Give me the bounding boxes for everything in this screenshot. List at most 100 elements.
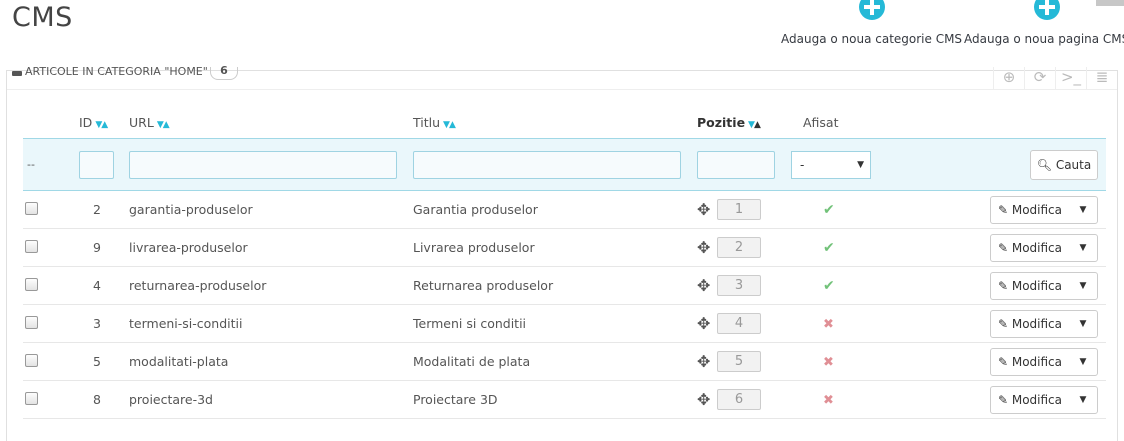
- table-row: 5 modalitati-plata Modalitati de plata ✥ 5 ✖ ✎…: [23, 342, 1106, 381]
- row-checkbox[interactable]: [25, 201, 38, 215]
- row-title: Returnarea produselor: [413, 266, 697, 305]
- row-title: Termeni si conditii: [413, 304, 697, 343]
- row-id: 3: [79, 304, 129, 343]
- drag-move-icon[interactable]: ✥: [697, 390, 715, 409]
- edit-button[interactable]: ✎ Modifica: [991, 349, 1069, 375]
- edit-button-group: ✎ Modifica ▼: [989, 233, 1098, 262]
- pencil-icon: ✎: [997, 202, 1009, 217]
- position-filter-input[interactable]: [697, 150, 775, 179]
- cross-icon[interactable]: ✖: [823, 393, 834, 408]
- row-title: Garantia produselor: [413, 190, 697, 229]
- edit-button-group: ✎ Modifica ▼: [989, 195, 1098, 224]
- panel-heading: Articole in categoria "Home" 6 ⊕ ⟳ >_ ≣: [7, 65, 1117, 90]
- row-id: 8: [79, 380, 129, 419]
- cross-icon[interactable]: ✖: [823, 355, 834, 370]
- row-url: garantia-produselor: [129, 190, 413, 229]
- row-id: 9: [79, 228, 129, 267]
- filter-row: -- - ▼ 🔍︎ Cauta: [23, 138, 1106, 191]
- row-checkbox[interactable]: [25, 315, 38, 329]
- add-new-icon[interactable]: ⊕: [993, 67, 1024, 89]
- edit-button-group: ✎ Modifica ▼: [989, 309, 1098, 338]
- table-row: 9 livrarea-produselor Livrarea produselor ✥…: [23, 228, 1106, 267]
- row-url: proiectare-3d: [129, 380, 413, 419]
- pencil-icon: ✎: [997, 392, 1009, 407]
- edit-dropdown-toggle[interactable]: ▼: [1069, 197, 1097, 223]
- column-id: ID ▼▲: [79, 114, 108, 130]
- row-title: Livrarea produselor: [413, 228, 697, 267]
- id-filter-input[interactable]: [79, 150, 114, 179]
- drag-move-icon[interactable]: ✥: [697, 276, 715, 295]
- table-row: 8 proiectare-3d Proiectare 3D ✥ 6 ✖ ✎ Modifica…: [23, 380, 1106, 419]
- edit-button-group: ✎ Modifica ▼: [989, 385, 1098, 414]
- row-id: 2: [79, 190, 129, 229]
- pencil-icon: ✎: [997, 240, 1009, 255]
- count-badge: 6: [210, 65, 238, 80]
- export-database-icon[interactable]: ≣: [1086, 67, 1117, 89]
- url-filter-input[interactable]: [129, 150, 397, 179]
- title-filter-input[interactable]: [413, 150, 681, 179]
- table-row: 3 termeni-si-conditii Termeni si conditii ✥…: [23, 304, 1106, 343]
- edit-button[interactable]: ✎ Modifica: [991, 235, 1069, 261]
- row-url: livrarea-produselor: [129, 228, 413, 267]
- row-checkbox[interactable]: [25, 239, 38, 253]
- row-checkbox[interactable]: [25, 353, 38, 367]
- position-box: 2: [717, 237, 761, 258]
- displayed-filter-select[interactable]: - ▼: [791, 150, 871, 179]
- cms-list-panel: Articole in categoria "Home" 6 ⊕ ⟳ >_ ≣ …: [6, 65, 1118, 441]
- search-icon: 🔍︎: [1036, 157, 1052, 172]
- drag-move-icon[interactable]: ✥: [697, 200, 715, 219]
- position-box: 3: [717, 275, 761, 296]
- edit-button[interactable]: ✎ Modifica: [991, 311, 1069, 337]
- add-category-button[interactable]: Adauga o noua categorie CMS: [781, 0, 962, 46]
- edit-dropdown-toggle[interactable]: ▼: [1069, 311, 1097, 337]
- table-row: 2 garantia-produselor Garantia produselor ✥…: [23, 190, 1106, 229]
- page-title: CMS: [12, 2, 73, 33]
- sort-arrows-icon[interactable]: ▼▲: [443, 120, 456, 130]
- add-page-button[interactable]: Adauga o noua pagina CMS: [964, 0, 1124, 46]
- edit-dropdown-toggle[interactable]: ▼: [1069, 349, 1097, 375]
- row-id: 4: [79, 266, 129, 305]
- help-tab-icon[interactable]: [1096, 0, 1124, 6]
- plus-circle-icon: [858, 0, 885, 20]
- edit-button[interactable]: ✎ Modifica: [991, 273, 1069, 299]
- edit-button[interactable]: ✎ Modifica: [991, 197, 1069, 223]
- search-button[interactable]: 🔍︎ Cauta: [1030, 149, 1098, 180]
- drag-move-icon[interactable]: ✥: [697, 352, 715, 371]
- row-checkbox[interactable]: [25, 391, 38, 405]
- edit-button-group: ✎ Modifica ▼: [989, 271, 1098, 300]
- row-url: modalitati-plata: [129, 342, 413, 381]
- column-position: Pozitie ▼▲: [697, 114, 761, 130]
- edit-dropdown-toggle[interactable]: ▼: [1069, 387, 1097, 413]
- row-title: Proiectare 3D: [413, 380, 697, 419]
- check-icon[interactable]: ✔: [823, 278, 835, 294]
- drag-move-icon[interactable]: ✥: [697, 238, 715, 257]
- pencil-icon: ✎: [997, 278, 1009, 293]
- check-icon[interactable]: ✔: [823, 202, 835, 218]
- position-box: 1: [717, 199, 761, 220]
- panel-heading-title: Articole in categoria "Home": [25, 65, 208, 78]
- table-row: 4 returnarea-produselor Returnarea produse…: [23, 266, 1106, 305]
- plus-circle-icon: [1033, 0, 1060, 20]
- row-checkbox[interactable]: [25, 277, 38, 291]
- row-title: Modalitati de plata: [413, 342, 697, 381]
- panel-heading-toolbar: ⊕ ⟳ >_ ≣: [993, 67, 1117, 89]
- table-header-row: ID ▼▲ URL ▼▲ Titlu ▼▲ Pozitie ▼▲ Afisat: [23, 106, 1106, 139]
- cross-icon[interactable]: ✖: [823, 317, 834, 332]
- pencil-icon: ✎: [997, 316, 1009, 331]
- drag-move-icon[interactable]: ✥: [697, 314, 715, 333]
- edit-dropdown-toggle[interactable]: ▼: [1069, 273, 1097, 299]
- column-displayed: Afisat: [803, 114, 839, 130]
- row-id: 5: [79, 342, 129, 381]
- sort-arrows-icon[interactable]: ▼▲: [157, 120, 170, 130]
- edit-button[interactable]: ✎ Modifica: [991, 387, 1069, 413]
- edit-button-group: ✎ Modifica ▼: [989, 347, 1098, 376]
- refresh-icon[interactable]: ⟳: [1024, 67, 1055, 89]
- sort-arrows-icon[interactable]: ▼▲: [95, 120, 108, 130]
- edit-dropdown-toggle[interactable]: ▼: [1069, 235, 1097, 261]
- check-icon[interactable]: ✔: [823, 240, 835, 256]
- sql-query-icon[interactable]: >_: [1055, 67, 1086, 89]
- column-title: Titlu ▼▲: [413, 114, 456, 130]
- sort-arrows-icon[interactable]: ▼▲: [748, 120, 761, 130]
- pencil-icon: ✎: [997, 354, 1009, 369]
- add-page-label: Adauga o noua pagina CMS: [964, 32, 1124, 46]
